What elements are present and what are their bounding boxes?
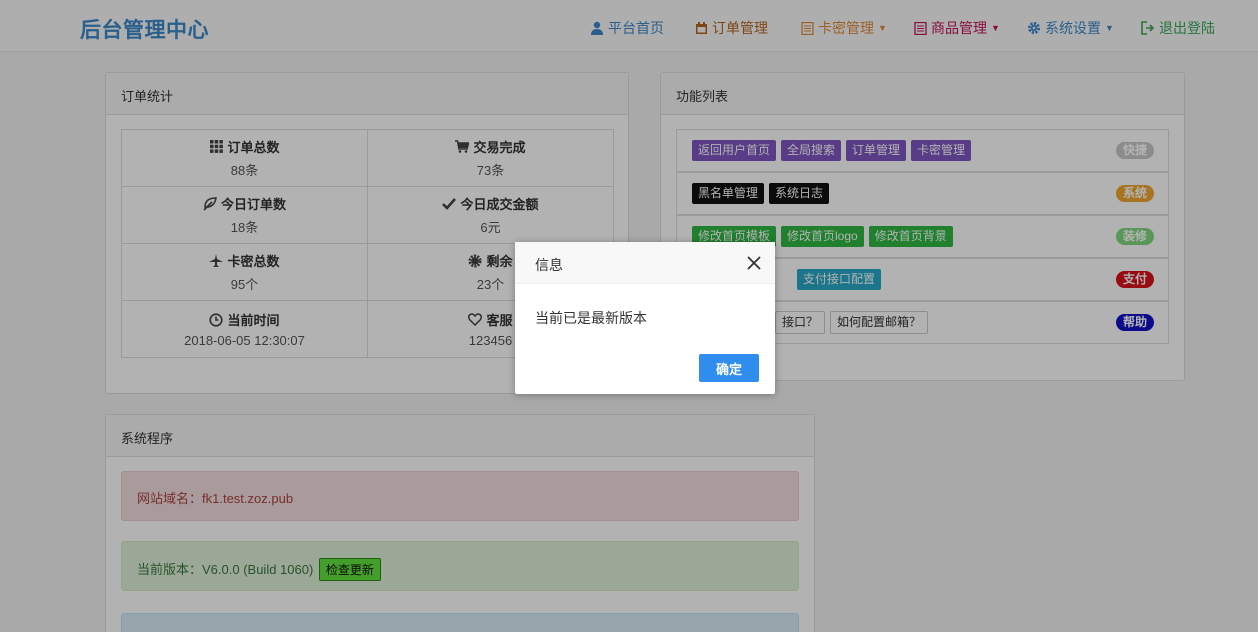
dialog-message: 当前已是最新版本 [535, 310, 647, 326]
info-dialog: 信息 当前已是最新版本 确定 [515, 242, 775, 394]
confirm-button[interactable]: 确定 [699, 354, 759, 382]
dialog-title: 信息 [515, 242, 775, 284]
close-icon[interactable] [747, 252, 761, 274]
